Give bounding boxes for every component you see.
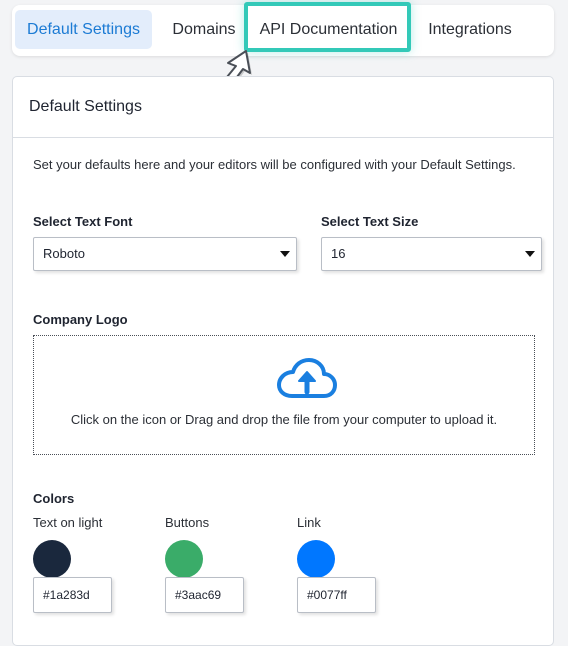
dropzone-instruction: Click on the icon or Drag and drop the f… (70, 412, 498, 427)
company-logo-label: Company Logo (33, 312, 128, 327)
size-select-value: 16 (331, 246, 346, 261)
cloud-upload-icon[interactable] (276, 356, 338, 402)
tab-api-documentation[interactable]: API Documentation (255, 10, 402, 49)
color-swatch-buttons[interactable] (165, 540, 203, 578)
default-settings-panel: Default Settings Set your defaults here … (12, 76, 554, 646)
tab-integrations[interactable]: Integrations (424, 10, 516, 49)
panel-description: Set your defaults here and your editors … (33, 157, 516, 172)
color-label-link: Link (297, 515, 321, 530)
size-field-label: Select Text Size (321, 214, 419, 229)
color-label-buttons: Buttons (165, 515, 210, 530)
chevron-down-icon (280, 251, 290, 257)
logo-dropzone[interactable]: Click on the icon or Drag and drop the f… (33, 335, 535, 455)
font-select-value: Roboto (43, 246, 85, 261)
color-input-buttons[interactable]: #3aac69 (165, 577, 244, 613)
color-input-text-on-light[interactable]: #1a283d (33, 577, 112, 613)
color-label-text-on-light: Text on light (33, 515, 103, 530)
chevron-down-icon (525, 251, 535, 257)
color-swatch-link[interactable] (297, 540, 335, 578)
size-select[interactable]: 16 (321, 237, 542, 271)
color-input-link[interactable]: #0077ff (297, 577, 376, 613)
tab-bar: Default Settings Domains API Documentati… (12, 5, 554, 56)
panel-title: Default Settings (13, 77, 553, 138)
font-field-label: Select Text Font (33, 214, 133, 229)
tab-domains[interactable]: Domains (167, 10, 241, 49)
font-select[interactable]: Roboto (33, 237, 297, 271)
color-swatch-text-on-light[interactable] (33, 540, 71, 578)
tab-default-settings[interactable]: Default Settings (15, 10, 152, 49)
colors-label: Colors (33, 491, 75, 506)
